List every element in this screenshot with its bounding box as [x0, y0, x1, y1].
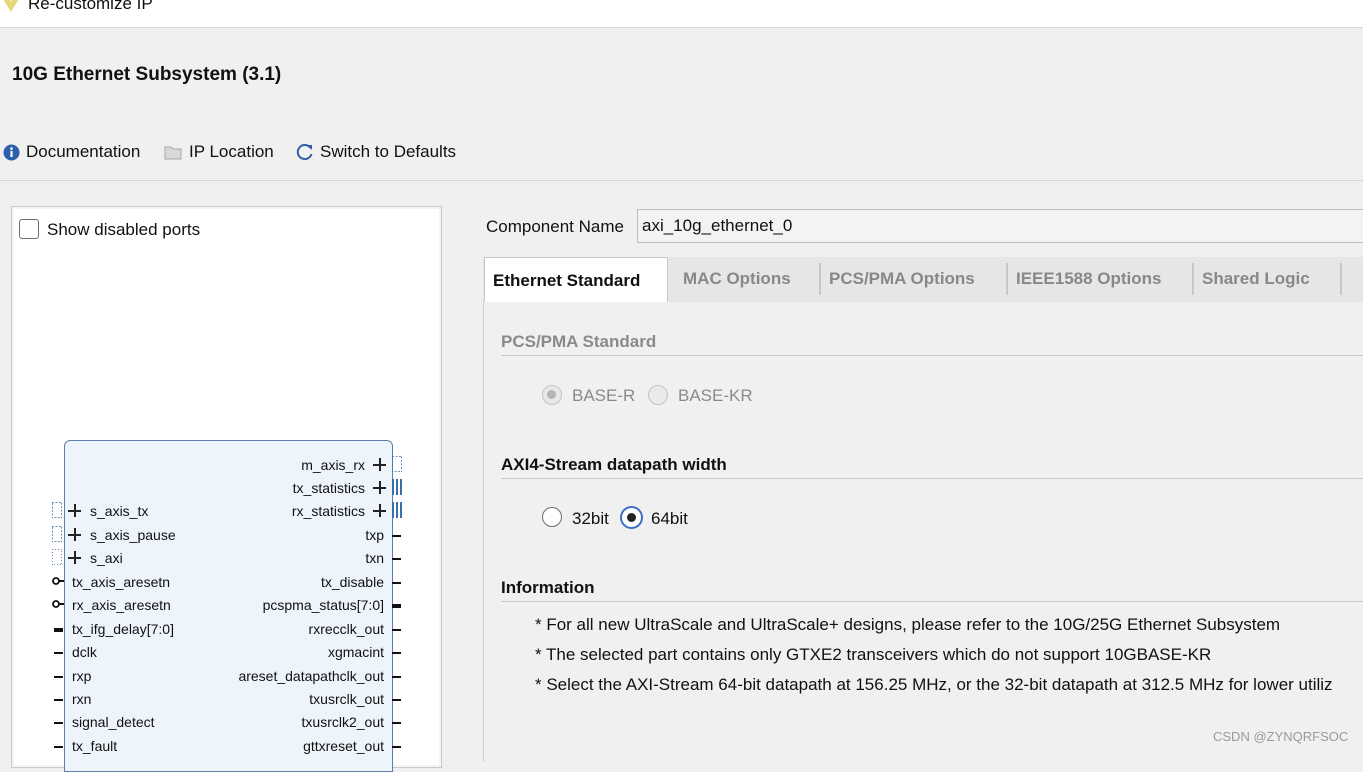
port-s-axi: s_axi	[90, 550, 123, 566]
pin-line	[392, 558, 401, 560]
port-xgmacint: xgmacint	[327, 644, 384, 660]
info-line: * For all new UltraScale and UltraScale+…	[535, 615, 1281, 634]
64bit-label: 64bit	[651, 509, 688, 528]
information-heading: Information	[501, 578, 595, 597]
ip-symbol-panel: Show disabled ports m_axis_rx tx_statist…	[11, 206, 442, 772]
info-line: * The selected part contains only GTXE2 …	[535, 645, 1212, 664]
base-r-radio[interactable]	[542, 385, 562, 405]
tab-ethernet-standard[interactable]: Ethernet Standard	[484, 257, 668, 303]
port-tx-ifg-delay: tx_ifg_delay[7:0]	[72, 621, 174, 637]
tab-shared-logic[interactable]: Shared Logic	[1194, 257, 1318, 301]
info-line: * Select the AXI-Stream 64-bit datapath …	[535, 675, 1333, 694]
pin-line	[54, 722, 63, 724]
pin-line	[54, 652, 63, 654]
port-s-axis-tx: s_axis_tx	[90, 503, 149, 519]
port-tx-disable: tx_disable	[320, 574, 384, 590]
64bit-radio[interactable]	[620, 506, 643, 529]
info-icon	[3, 144, 20, 160]
port-tx-fault: tx_fault	[72, 738, 118, 754]
folder-icon	[164, 146, 182, 160]
tab-bar: Ethernet Standard MAC Options PCS/PMA Op…	[483, 257, 1363, 303]
pin-line	[392, 582, 401, 584]
active-low-pin-icon	[52, 600, 64, 608]
expand-plus-icon[interactable]	[373, 458, 386, 471]
port-txusrclk2-out: txusrclk2_out	[301, 714, 384, 730]
port-areset-datapathclk-out: areset_datapathclk_out	[238, 668, 384, 684]
expand-plus-icon[interactable]	[373, 504, 386, 517]
vivado-logo-icon	[3, 0, 19, 12]
base-kr-label: BASE-KR	[678, 386, 753, 405]
window-titlebar: Re-customize IP	[0, 0, 1363, 28]
bus-connector-icon	[52, 526, 62, 542]
pin-bus-line	[54, 628, 63, 632]
show-disabled-ports-checkbox[interactable]	[19, 219, 39, 239]
toolbar-divider	[0, 180, 1363, 181]
pin-line	[54, 699, 63, 701]
pin-line	[392, 676, 401, 678]
show-disabled-ports-label: Show disabled ports	[47, 220, 201, 239]
documentation-label: Documentation	[26, 142, 141, 161]
ethernet-standard-panel: PCS/PMA Standard BASE-R BASE-KR AXI4-Str…	[483, 302, 1363, 762]
bus-connector-icon	[52, 549, 62, 565]
port-txusrclk-out: txusrclk_out	[309, 691, 384, 707]
bus-connector-icon	[392, 479, 402, 495]
tab-pcs-pma-options[interactable]: PCS/PMA Options	[821, 257, 983, 301]
port-tx-axis-aresetn: tx_axis_aresetn	[72, 574, 171, 590]
port-txn: txn	[365, 550, 384, 566]
port-pcspma-status: pcspma_status[7:0]	[262, 597, 384, 613]
documentation-button[interactable]: Documentation	[3, 140, 140, 164]
port-rxp: rxp	[72, 668, 92, 684]
port-s-axis-pause: s_axis_pause	[90, 527, 176, 543]
expand-plus-icon[interactable]	[68, 528, 81, 541]
section-divider	[501, 601, 1363, 602]
pin-line	[54, 676, 63, 678]
switch-to-defaults-label: Switch to Defaults	[320, 142, 457, 161]
ip-title: 10G Ethernet Subsystem (3.1)	[12, 64, 282, 85]
component-name-label: Component Name	[486, 217, 624, 236]
expand-plus-icon[interactable]	[68, 504, 81, 517]
port-rx-statistics: rx_statistics	[291, 503, 365, 519]
port-gttxreset-out: gttxreset_out	[303, 738, 384, 754]
32bit-radio[interactable]	[542, 507, 562, 527]
pin-line	[54, 746, 63, 748]
pin-bus-line	[392, 604, 401, 608]
tab-mac-options[interactable]: MAC Options	[675, 257, 799, 301]
datapath-width-heading: AXI4-Stream datapath width	[501, 455, 727, 474]
port-m-axis-rx: m_axis_rx	[301, 457, 365, 473]
expand-plus-icon[interactable]	[68, 551, 81, 564]
bus-connector-icon	[392, 502, 402, 518]
expand-plus-icon[interactable]	[373, 481, 386, 494]
base-r-label: BASE-R	[572, 386, 636, 405]
watermark: CSDN @ZYNQRFSOC	[1213, 729, 1349, 744]
tab-separator	[1340, 263, 1342, 295]
window-title: Re-customize IP	[28, 0, 153, 13]
base-kr-radio[interactable]	[648, 385, 668, 405]
refresh-icon	[296, 144, 313, 161]
active-low-pin-icon	[52, 577, 64, 585]
ip-location-button[interactable]: IP Location	[164, 140, 274, 164]
switch-to-defaults-button[interactable]: Switch to Defaults	[296, 140, 456, 164]
pin-line	[392, 652, 401, 654]
pin-line	[392, 746, 401, 748]
32bit-label: 32bit	[572, 509, 609, 528]
pin-line	[392, 722, 401, 724]
port-rx-axis-aresetn: rx_axis_aresetn	[72, 597, 171, 613]
section-divider	[501, 478, 1363, 479]
pin-line	[392, 629, 401, 631]
port-rxrecclk-out: rxrecclk_out	[308, 621, 384, 637]
port-tx-statistics: tx_statistics	[292, 480, 365, 496]
pin-line	[392, 699, 401, 701]
bus-connector-icon	[52, 502, 62, 518]
component-name-input[interactable]	[637, 209, 1363, 243]
pcs-pma-standard-heading: PCS/PMA Standard	[501, 332, 657, 351]
tab-ieee1588-options[interactable]: IEEE1588 Options	[1008, 257, 1170, 301]
section-divider	[501, 355, 1363, 356]
bus-connector-icon	[392, 456, 402, 472]
port-txp: txp	[365, 527, 384, 543]
port-rxn: rxn	[72, 691, 92, 707]
port-signal-detect: signal_detect	[72, 714, 155, 730]
ip-location-label: IP Location	[189, 142, 274, 161]
port-dclk: dclk	[72, 644, 97, 660]
pin-line	[392, 535, 401, 537]
